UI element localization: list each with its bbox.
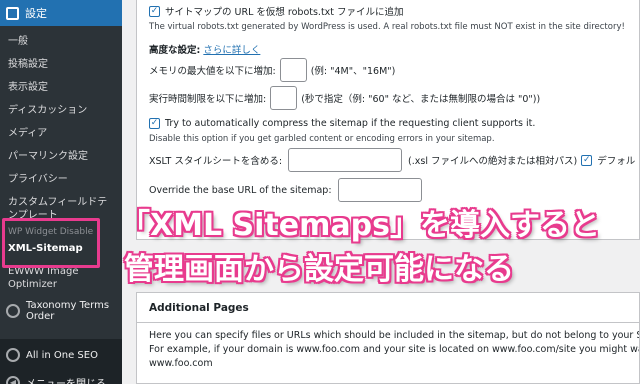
gear-icon: [6, 304, 20, 318]
sitemap-url-label: サイトマップの URL を仮想 robots.txt ファイルに追加: [165, 7, 404, 18]
overlay-caption-line-2: 管理画面から設定可能になる: [124, 252, 514, 287]
memory-label: メモリの最大値を以下に増加:: [149, 66, 276, 77]
compress-label: Try to automatically compress the sitema…: [165, 118, 536, 129]
time-limit-row: 実行時間制限を以下に増加: (秒で指定（例: "60" など、または無制限の場合…: [149, 86, 540, 110]
memory-hint: (例: "4M"、"16M"): [310, 66, 396, 77]
additional-line-3: www.foo.com: [149, 357, 213, 369]
submenu-media[interactable]: メディア: [0, 122, 122, 145]
xml-sitemap-highlight-box: [2, 218, 100, 268]
advanced-learn-more-link[interactable]: さらに詳しく: [203, 42, 260, 56]
submenu-reading[interactable]: 表示設定: [0, 76, 122, 99]
settings-menu-label: 設定: [25, 7, 47, 20]
collapse-menu-label: メニューを閉じる: [26, 375, 106, 384]
additional-line-2: For example, if your domain is www.foo.c…: [149, 343, 639, 355]
xslt-default-checkbox[interactable]: ✓: [581, 154, 593, 166]
overlay-caption-line-1: 「XML Sitemaps」を導入すると: [120, 208, 600, 243]
time-limit-label: 実行時間制限を以下に増加:: [149, 94, 267, 105]
base-url-row: Override the base URL of the sitemap:: [149, 178, 422, 202]
base-url-input[interactable]: [337, 178, 422, 202]
submenu-privacy[interactable]: プライバシー: [0, 168, 122, 191]
memory-row: メモリの最大値を以下に増加: (例: "4M"、"16M"): [149, 58, 395, 82]
sitemap-url-option: ✓ サイトマップの URL を仮想 robots.txt ファイルに追加: [149, 4, 404, 18]
additional-pages-description: Here you can specify files or URLs which…: [137, 323, 639, 376]
menu-all-in-one-seo[interactable]: All in One SEO: [0, 339, 122, 371]
memory-input[interactable]: [279, 58, 307, 82]
xslt-input[interactable]: [288, 148, 403, 172]
menu-taxonomy-label: Taxonomy Terms Order: [26, 300, 110, 322]
additional-line-1: Here you can specify files or URLs which…: [149, 330, 639, 341]
main-content: ✓ サイトマップの URL を仮想 robots.txt ファイルに追加 The…: [122, 0, 640, 384]
submenu-writing[interactable]: 投稿設定: [0, 53, 122, 76]
advanced-settings-row: 高度な設定: さらに詳しく: [149, 42, 260, 56]
settings-menu-header[interactable]: 設定: [0, 0, 122, 26]
menu-taxonomy-terms-order[interactable]: Taxonomy Terms Order: [0, 296, 122, 331]
admin-sidebar: 設定 一般 投稿設定 表示設定 ディスカッション メディア パーマリンク設定 プ…: [0, 0, 122, 384]
aioseo-icon: [6, 348, 20, 362]
additional-pages-panel: Additional Pages Here you can specify fi…: [136, 292, 640, 384]
additional-pages-title: Additional Pages: [137, 293, 639, 323]
sitemap-url-checkbox[interactable]: ✓: [149, 5, 160, 17]
submenu-discussion[interactable]: ディスカッション: [0, 99, 122, 122]
collapse-icon: ◀: [6, 375, 20, 384]
compress-checkbox[interactable]: ✓: [149, 118, 160, 129]
base-url-label: Override the base URL of the sitemap:: [149, 184, 332, 196]
menu-aioseo-label: All in One SEO: [26, 349, 98, 361]
settings-icon: [6, 6, 19, 20]
submenu-permalinks[interactable]: パーマリンク設定: [0, 145, 122, 168]
settings-submenu: 一般 投稿設定 表示設定 ディスカッション メディア パーマリンク設定 プライバ…: [0, 26, 122, 339]
xslt-row: XSLT スタイルシートを含める: (.xsl ファイルへの絶対または相対パス)…: [149, 148, 635, 172]
advanced-label: 高度な設定:: [149, 45, 201, 56]
compress-option: ✓ Try to automatically compress the site…: [149, 118, 535, 129]
time-limit-hint: (秒で指定（例: "60" など、または無制限の場合は "0")): [301, 94, 541, 105]
xslt-label: XSLT スタイルシートを含める:: [149, 156, 283, 167]
compress-note: Disable this option if you get garbled c…: [149, 134, 495, 144]
xslt-default-label: デフォル: [597, 156, 636, 167]
xslt-hint: (.xsl ファイルへの絶対または相対パス): [408, 156, 578, 167]
time-limit-input[interactable]: [270, 86, 298, 110]
robots-note: The virtual robots.txt generated by Word…: [149, 22, 625, 32]
collapse-menu-button[interactable]: ◀ メニューを閉じる: [0, 371, 122, 384]
submenu-general[interactable]: 一般: [0, 30, 122, 53]
